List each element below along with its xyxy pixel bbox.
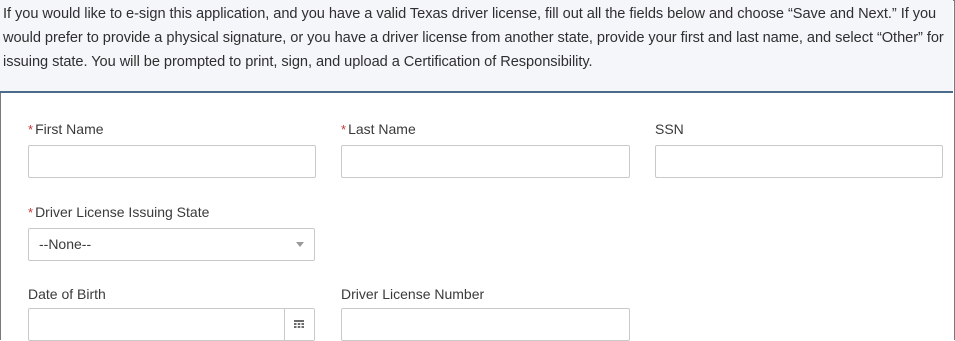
issuing-state-select[interactable]: --None-- [28,228,315,261]
instructions-text: If you would like to e-sign this applica… [0,0,953,93]
dob-input[interactable] [28,308,315,341]
ssn-field: SSN [655,120,684,138]
license-number-field: Driver License Number [341,285,484,303]
required-marker: * [28,122,34,137]
date-picker-button[interactable] [284,309,314,340]
issuing-state-selected: --None-- [39,236,92,252]
first-name-input[interactable] [28,145,316,178]
required-marker: * [28,205,34,220]
ssn-label: SSN [655,121,684,137]
last-name-field: * Last Name [341,120,416,138]
dob-label: Date of Birth [28,286,106,302]
first-name-field: * First Name [28,120,104,138]
last-name-label: * Last Name [341,121,416,137]
first-name-label: * First Name [28,121,104,137]
license-number-input[interactable] [341,308,630,341]
ssn-input[interactable] [655,145,943,178]
license-number-label: Driver License Number [341,286,485,302]
last-name-input[interactable] [341,145,630,178]
issuing-state-label: * Driver License Issuing State [28,204,210,220]
calendar-icon [294,320,304,328]
chevron-down-icon [296,242,304,247]
dob-field: Date of Birth [28,285,106,303]
issuing-state-field: * Driver License Issuing State [28,203,209,221]
required-marker: * [341,122,347,137]
